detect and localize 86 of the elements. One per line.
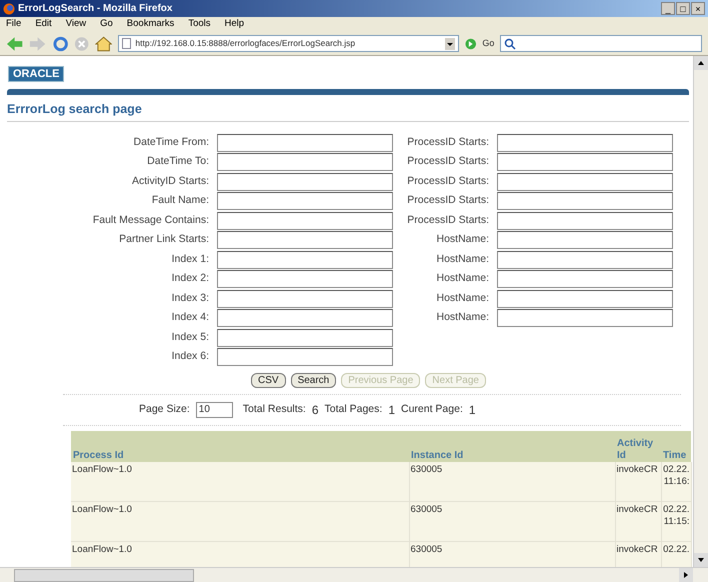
input-field[interactable] [497,134,673,152]
scrollbar-thumb[interactable] [14,568,194,582]
field-label: ProcessID Starts: [406,154,490,170]
input-field[interactable] [217,231,393,249]
vertical-scrollbar[interactable] [693,56,708,567]
search-field[interactable] [500,35,702,52]
input-field[interactable] [217,172,393,190]
input-field[interactable] [497,212,673,230]
current-page-value: 1 [468,402,476,419]
input-field[interactable] [497,250,673,268]
input-field[interactable] [497,270,673,288]
input-field[interactable] [497,172,673,190]
page-heading: ErrrorLog search page [7,100,689,122]
field-label: DateTime To: [146,154,210,170]
column-header: Activity Id [615,430,661,462]
field-label: HostName: [435,252,490,267]
page-icon [122,38,132,49]
menu-item[interactable]: Help [224,17,244,32]
input-field[interactable] [217,309,393,327]
total-results-value: 6 [312,402,319,419]
input-field[interactable] [497,309,673,327]
input-field[interactable] [217,134,393,152]
field-label: HostName: [435,232,490,248]
column-header: Time [661,430,691,462]
form-button[interactable]: Search [290,372,336,388]
field-label: Index 6: [170,349,210,364]
menu-item[interactable]: Edit [35,17,52,32]
field-label: ProcessID Starts: [406,134,490,150]
input-field[interactable] [217,290,393,308]
input-field[interactable] [217,250,393,268]
field-label: ProcessID Starts: [406,174,490,189]
page-size-label: Page Size: [139,402,190,417]
input-field[interactable] [497,290,673,308]
current-page-label: Curent Page: [401,402,463,417]
field-label: Index 4: [170,310,210,326]
field-label: ProcessID Starts: [406,212,490,228]
menu-item[interactable]: View [66,17,86,32]
page-size-field[interactable]: 10 [196,402,233,418]
field-label: DateTime From: [132,134,210,150]
input-field[interactable] [497,153,673,171]
input-field[interactable] [497,231,673,249]
column-header: Instance Id [409,430,615,462]
input-field[interactable] [497,192,673,210]
input-field[interactable] [217,348,393,366]
menu-item[interactable]: File [6,17,22,32]
field-label: HostName: [435,290,490,306]
window-control-button[interactable]: _ [661,2,675,15]
go-link[interactable]: Go [482,36,494,50]
field-label: ActivityID Starts: [130,174,210,189]
column-header: Process Id [71,430,409,462]
total-results-label: Total Results: [242,402,306,417]
input-field[interactable] [217,192,393,210]
window-title: ErrorLogSearch - Mozilla Firefox [18,2,172,16]
field-label: Index 2: [170,271,210,286]
search-icon [504,38,516,50]
horizontal-scrollbar[interactable] [0,567,708,582]
window-control-button[interactable]: × [691,2,705,15]
field-label: Index 1: [170,252,210,267]
input-field[interactable] [217,270,393,288]
menu-item[interactable]: Go [100,17,113,32]
go-icon[interactable] [464,38,476,50]
scroll-right-icon[interactable] [679,568,693,582]
scroll-down-icon[interactable] [694,553,708,567]
menu-item[interactable]: Tools [188,17,210,32]
input-field[interactable] [217,153,393,171]
field-label: Index 3: [170,290,210,306]
window-control-button[interactable]: □ [676,2,690,15]
field-label: HostName: [435,271,490,286]
field-label: Index 5: [170,330,210,345]
field-label: Fault Message Contains: [92,212,210,228]
dropdown-icon[interactable] [444,38,455,50]
menu-item[interactable]: Bookmarks [126,17,174,32]
browser-icon [3,2,15,14]
scroll-up-icon[interactable] [694,56,708,70]
field-label: Partner Link Starts: [118,232,210,248]
oracle-logo: ORACLE [8,66,64,82]
input-field[interactable] [217,212,393,230]
total-pages-value: 1 [388,402,395,419]
address-field[interactable]: http://192.168.0.15:8888/errorlogfaces/ErrorLogSearch.jsp [118,35,459,52]
home-icon[interactable] [95,36,112,52]
form-button[interactable]: CSV [251,372,286,388]
total-pages-label: Total Pages: [324,402,382,417]
input-field[interactable] [217,328,393,346]
field-label: ProcessID Starts: [406,193,490,208]
field-label: Fault Name: [150,193,210,208]
field-label: HostName: [435,310,490,326]
